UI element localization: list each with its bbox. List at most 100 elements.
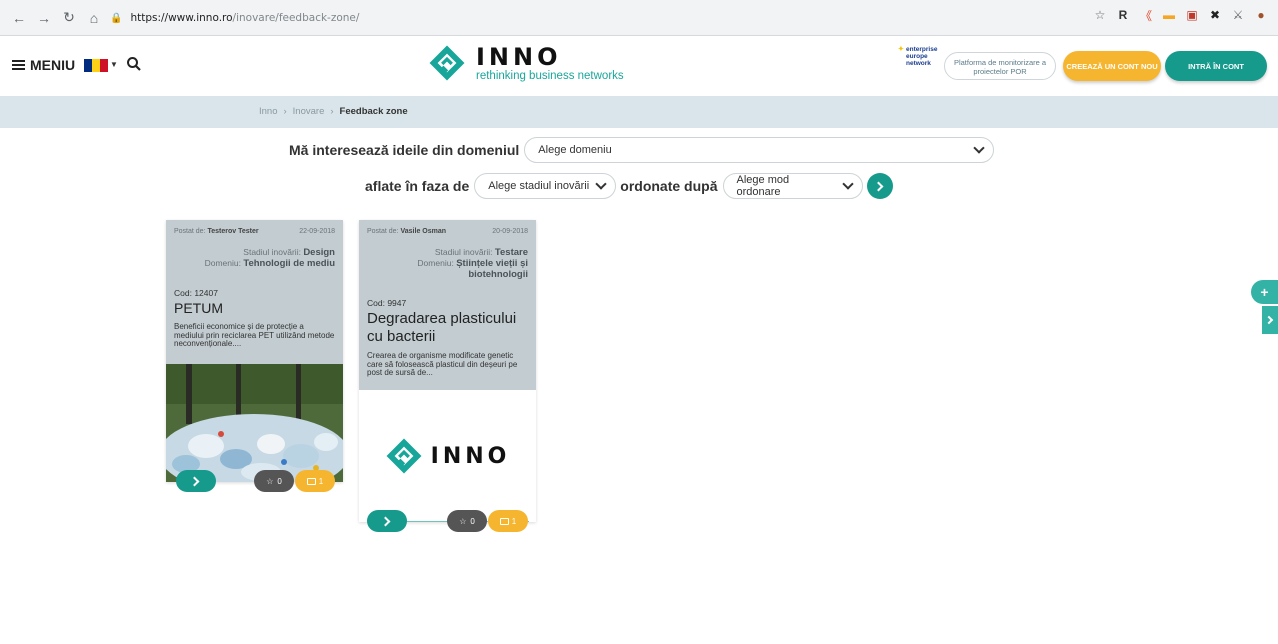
een-label: enterprise europe network	[906, 46, 938, 67]
card-header: Postat de: Testerov Tester 22-09-2018 St…	[166, 220, 343, 284]
open-idea-button[interactable]	[176, 470, 216, 492]
back-icon[interactable]: ←	[8, 7, 30, 29]
logo-name: INNO	[476, 42, 562, 71]
phase-filter-label: aflate în faza de	[365, 178, 470, 194]
breadcrumb-inno[interactable]: Inno	[259, 106, 278, 117]
order-select-value: Alege mod ordonare	[736, 174, 790, 198]
create-account-button[interactable]: CREEAZĂ UN CONT NOU	[1063, 51, 1161, 81]
card-logo-image: INNO	[359, 390, 536, 522]
order-select[interactable]: Alege mod ordonare	[722, 173, 863, 199]
comment-count: 1	[511, 516, 517, 526]
menu-button[interactable]: MENIU	[12, 57, 75, 73]
idea-card[interactable]: Postat de: Vasile Osman 20-09-2018 Stadi…	[359, 220, 536, 532]
hamburger-icon	[12, 60, 25, 70]
rating-badge[interactable]: ☆ 0	[447, 510, 487, 532]
login-button[interactable]: INTRĂ ÎN CONT	[1165, 51, 1267, 81]
card-domain: Tehnologii de mediu	[243, 258, 335, 269]
domain-filter-label: Mă interesează ideile din domeniul	[289, 142, 520, 158]
posted-prefix: Postat de:	[174, 228, 206, 235]
inno-logo[interactable]: INNO rethinking business networks	[428, 44, 624, 82]
plastic-bottles-image	[166, 364, 343, 482]
extension-chevrons-icon[interactable]: 《	[1139, 8, 1153, 23]
site-header: MENIU ▼ INNO rethinking business network…	[0, 36, 1278, 96]
card-date: 20-09-2018	[492, 228, 528, 235]
url-host: https://www.inno.ro	[130, 12, 233, 24]
logo-tagline: rethinking business networks	[476, 69, 624, 82]
profile-avatar-icon[interactable]: ●	[1254, 8, 1268, 22]
card-author: Vasile Osman	[400, 228, 447, 235]
eu-stars-icon: ✦	[898, 46, 904, 53]
card-description: Beneficii economice și de protecție a me…	[174, 322, 335, 348]
card-stage: Design	[303, 247, 335, 258]
romania-flag-icon[interactable]	[84, 59, 108, 72]
card-author: Testerov Tester	[207, 228, 259, 235]
card-code: Cod: 9947	[367, 298, 407, 308]
reload-icon[interactable]: ↻	[58, 7, 80, 29]
card-stage: Testare	[494, 247, 528, 258]
card-date: 22-09-2018	[299, 228, 335, 235]
apply-filters-button[interactable]	[866, 173, 893, 199]
comments-badge[interactable]: 1	[488, 510, 528, 532]
phase-select-value: Alege stadiul inovării	[488, 180, 590, 192]
arrow-right-icon	[380, 516, 391, 526]
posted-prefix: Postat de:	[367, 228, 399, 235]
breadcrumb-separator: ›	[330, 106, 334, 117]
star-count: 0	[277, 476, 282, 486]
bookmark-star-icon[interactable]: ☆	[1093, 8, 1107, 22]
comments-badge[interactable]: 1	[295, 470, 335, 492]
breadcrumb-bar: Inno › Inovare › Feedback zone	[0, 96, 1278, 128]
comment-icon	[499, 517, 509, 525]
phase-order-filter-row: aflate în faza de Alege stadiul inovării…	[365, 173, 893, 199]
inno-diamond-icon	[386, 438, 422, 474]
menu-label: MENIU	[30, 57, 76, 73]
chevron-down-icon	[973, 142, 985, 154]
extension-orange-icon[interactable]: ▬	[1162, 8, 1176, 22]
open-idea-button[interactable]	[367, 510, 407, 532]
card-title[interactable]: PETUM	[174, 300, 335, 317]
extension-pdf-icon[interactable]: ▣	[1185, 8, 1199, 22]
order-filter-label: ordonate după	[620, 178, 718, 194]
breadcrumb-current: Feedback zone	[339, 106, 408, 117]
chevron-down-icon	[841, 178, 854, 190]
breadcrumb-separator: ›	[283, 106, 287, 117]
search-icon[interactable]	[126, 56, 142, 72]
extension-r-icon[interactable]: R	[1116, 8, 1130, 22]
card-description: Crearea de organisme modificate genetic …	[367, 351, 518, 377]
domain-prefix: Domeniu:	[417, 258, 454, 268]
side-panel-toggle[interactable]	[1262, 306, 1278, 334]
enterprise-europe-network-logo[interactable]: ✦ enterprise europe network	[898, 46, 938, 86]
card-logo-name: INNO	[430, 443, 511, 469]
url-path: /inovare/feedback-zone/	[232, 12, 360, 24]
card-body: Cod: 12407 PETUM Beneficii economice și …	[166, 284, 343, 364]
card-code: Cod: 12407	[174, 288, 218, 298]
platform-monitoring-button[interactable]: Platforma de monitorizare a proiectelor …	[944, 52, 1056, 80]
card-body: Cod: 9947 Degradarea plasticului cu bact…	[359, 294, 536, 390]
star-icon: ☆	[266, 476, 274, 486]
arrow-right-icon	[873, 181, 883, 191]
card-actions: ☆ 0 1	[176, 470, 335, 492]
extension-x-icon[interactable]: ✖	[1208, 8, 1222, 22]
extension-tools-icon[interactable]: ⚔	[1231, 8, 1245, 22]
address-bar[interactable]: 🔒 https://www.inno.ro/inovare/feedback-z…	[102, 6, 1250, 30]
idea-card[interactable]: Postat de: Testerov Tester 22-09-2018 St…	[166, 220, 343, 492]
forward-icon[interactable]: →	[33, 7, 55, 29]
card-header: Postat de: Vasile Osman 20-09-2018 Stadi…	[359, 220, 536, 294]
domain-select-value: Alege domeniu	[538, 144, 612, 156]
star-icon: ☆	[459, 516, 467, 526]
add-idea-tab[interactable]: +	[1251, 280, 1278, 304]
rating-badge[interactable]: ☆ 0	[254, 470, 294, 492]
extensions-area: ☆ R 《 ▬ ▣ ✖ ⚔ ●	[1093, 8, 1268, 23]
stage-prefix: Stadiul inovării:	[434, 247, 493, 257]
card-title[interactable]: Degradarea plasticului cu bacterii	[367, 310, 528, 346]
inno-diamond-icon	[429, 45, 465, 81]
chevron-right-icon	[1264, 315, 1274, 325]
card-domain: Științele vieții și biotehnologii	[456, 258, 528, 280]
chevron-down-icon	[595, 178, 607, 190]
language-caret-icon[interactable]: ▼	[110, 60, 118, 69]
star-count: 0	[470, 516, 475, 526]
domain-filter-row: Mă interesează ideile din domeniul Alege…	[289, 137, 995, 163]
phase-select[interactable]: Alege stadiul inovării	[474, 173, 617, 199]
browser-toolbar: ← → ↻ ⌂ 🔒 https://www.inno.ro/inovare/fe…	[0, 0, 1278, 36]
breadcrumb-inovare[interactable]: Inovare	[293, 106, 325, 117]
domain-select[interactable]: Alege domeniu	[524, 137, 995, 163]
